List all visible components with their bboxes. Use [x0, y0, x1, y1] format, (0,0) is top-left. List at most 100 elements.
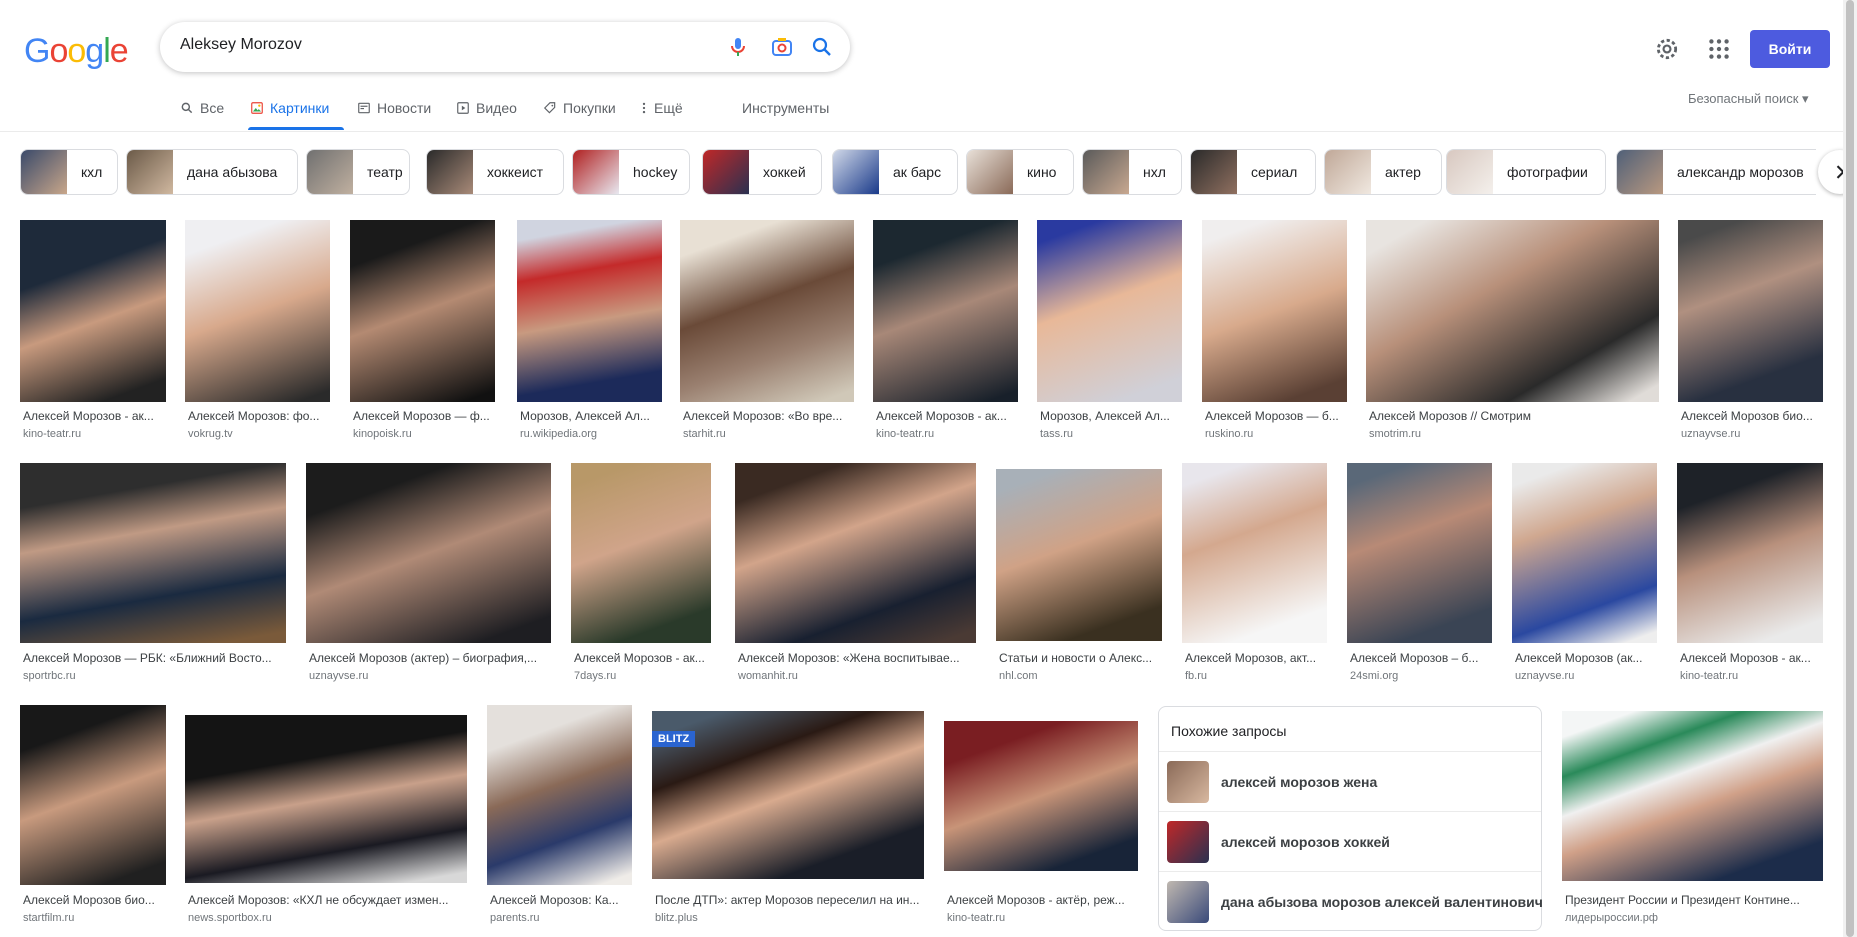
result-title[interactable]: Алексей Морозов // Смотрим: [1369, 409, 1659, 423]
result-thumbnail[interactable]: [1678, 220, 1823, 402]
result-title[interactable]: Алексей Морозов - актёр, реж...: [947, 893, 1137, 907]
tab-shopping[interactable]: Покупки: [543, 98, 616, 118]
search-icon[interactable]: [810, 35, 834, 59]
result-thumbnail[interactable]: [680, 220, 854, 402]
result-title[interactable]: Алексей Морозов: Ка...: [490, 893, 630, 907]
image-result[interactable]: Морозов, Алексей Ал... tass.ru: [1037, 220, 1182, 445]
result-title[interactable]: Морозов, Алексей Ал...: [1040, 409, 1180, 423]
result-thumbnail[interactable]: [1202, 220, 1347, 402]
result-thumbnail[interactable]: [873, 220, 1018, 402]
result-title[interactable]: Алексей Морозов био...: [1681, 409, 1821, 423]
tab-all[interactable]: Все: [180, 98, 224, 118]
result-title[interactable]: Алексей Морозов био...: [23, 893, 163, 907]
chip[interactable]: ак барс: [832, 149, 958, 195]
chip[interactable]: hockey: [572, 149, 690, 195]
result-title[interactable]: Алексей Морозов, акт...: [1185, 651, 1325, 665]
result-title[interactable]: Алексей Морозов — РБК: «Ближний Восто...: [23, 651, 285, 665]
image-result[interactable]: Алексей Морозов — ф... kinopoisk.ru: [350, 220, 495, 445]
result-title[interactable]: Алексей Морозов - ак...: [1680, 651, 1820, 665]
search-box[interactable]: Aleksey Morozov: [160, 22, 850, 72]
image-result[interactable]: Алексей Морозов био... startfilm.ru: [20, 705, 166, 930]
result-title[interactable]: Алексей Морозов - ак...: [876, 409, 1016, 423]
chip[interactable]: кхл: [20, 149, 118, 195]
image-result[interactable]: Алексей Морозов: «Жена воспитывае... woma…: [735, 463, 976, 688]
result-title[interactable]: Алексей Морозов — ф...: [353, 409, 493, 423]
result-title[interactable]: Президент России и Президент Контине...: [1565, 893, 1821, 907]
result-title[interactable]: Алексей Морозов (актер) – биография,...: [309, 651, 549, 665]
microphone-icon[interactable]: [726, 35, 750, 59]
tab-images[interactable]: Картинки: [250, 98, 329, 118]
result-thumbnail[interactable]: [20, 705, 166, 885]
login-button[interactable]: Войти: [1750, 30, 1830, 68]
image-result[interactable]: Алексей Морозов — б... ruskino.ru: [1202, 220, 1347, 445]
search-input[interactable]: Aleksey Morozov: [180, 36, 302, 54]
image-result[interactable]: Алексей Морозов: «КХЛ не обсуждает измен…: [185, 705, 467, 930]
google-logo[interactable]: Google: [24, 32, 129, 71]
result-title[interactable]: Статьи и новости о Алекс...: [999, 651, 1161, 665]
camera-lens-icon[interactable]: [770, 35, 794, 59]
chip[interactable]: хоккеист: [426, 149, 564, 195]
image-result[interactable]: BLITZ После ДТП»: актер Морозов переселил…: [652, 705, 924, 930]
image-result[interactable]: Морозов, Алексей Ал... ru.wikipedia.org: [517, 220, 662, 445]
result-thumbnail[interactable]: [1562, 711, 1823, 881]
result-thumbnail[interactable]: [571, 463, 711, 643]
scrollbar-thumb[interactable]: [1846, 0, 1854, 937]
result-thumbnail[interactable]: [20, 220, 166, 402]
image-result[interactable]: Алексей Морозов - ак... kino-teatr.ru: [1677, 463, 1823, 688]
image-result[interactable]: Статьи и новости о Алекс... nhl.com: [996, 463, 1162, 688]
settings-gear-icon[interactable]: [1654, 36, 1680, 62]
result-thumbnail[interactable]: [350, 220, 495, 402]
tools-button[interactable]: Инструменты: [742, 98, 829, 118]
result-title[interactable]: Алексей Морозов — б...: [1205, 409, 1345, 423]
result-title[interactable]: Алексей Морозов: «КХЛ не обсуждает измен…: [188, 893, 466, 907]
chip[interactable]: кино: [966, 149, 1074, 195]
result-title[interactable]: Алексей Морозов: «Жена воспитывае...: [738, 651, 974, 665]
result-thumbnail[interactable]: [944, 721, 1138, 871]
chip[interactable]: хоккей: [702, 149, 822, 195]
image-result[interactable]: Алексей Морозов // Смотрим smotrim.ru: [1366, 220, 1659, 445]
safesearch-dropdown[interactable]: Безопасный поиск ▾: [1688, 91, 1809, 107]
image-result[interactable]: Алексей Морозов - ак... kino-teatr.ru: [20, 220, 166, 445]
result-title[interactable]: Алексей Морозов – б...: [1350, 651, 1490, 665]
result-thumbnail[interactable]: [306, 463, 551, 643]
result-thumbnail[interactable]: [1366, 220, 1659, 402]
image-result[interactable]: Алексей Морозов - ак... 7days.ru: [571, 463, 711, 688]
chip[interactable]: нхл: [1082, 149, 1182, 195]
image-result[interactable]: Алексей Морозов (ак... uznayvse.ru: [1512, 463, 1657, 688]
tab-news[interactable]: Новости: [357, 98, 431, 118]
tab-video[interactable]: Видео: [456, 98, 517, 118]
result-thumbnail[interactable]: [1347, 463, 1492, 643]
result-title[interactable]: Алексей Морозов: «Во вре...: [683, 409, 853, 423]
result-thumbnail[interactable]: [517, 220, 662, 402]
result-thumbnail[interactable]: [487, 705, 632, 885]
result-title[interactable]: Алексей Морозов (ак...: [1515, 651, 1655, 665]
result-thumbnail[interactable]: [735, 463, 976, 643]
chip[interactable]: фотографии: [1446, 149, 1606, 195]
image-result[interactable]: Алексей Морозов (актер) – биография,... u…: [306, 463, 551, 688]
related-search-item[interactable]: алексей морозов жена: [1159, 751, 1541, 811]
apps-grid-icon[interactable]: [1706, 36, 1732, 62]
result-title[interactable]: Алексей Морозов: фо...: [188, 409, 328, 423]
result-thumbnail[interactable]: [185, 220, 330, 402]
result-thumbnail[interactable]: [996, 469, 1162, 641]
result-thumbnail[interactable]: [20, 463, 286, 643]
result-title[interactable]: Алексей Морозов - ак...: [23, 409, 163, 423]
result-thumbnail[interactable]: BLITZ: [652, 711, 924, 879]
image-result[interactable]: Президент России и Президент Контине... л…: [1562, 705, 1823, 930]
chip[interactable]: александр морозов: [1616, 149, 1816, 195]
image-result[interactable]: Алексей Морозов - ак... kino-teatr.ru: [873, 220, 1018, 445]
chip[interactable]: дана абызова: [126, 149, 298, 195]
image-result[interactable]: Алексей Морозов - актёр, реж... kino-teat…: [944, 705, 1138, 930]
result-thumbnail[interactable]: [1512, 463, 1657, 643]
result-thumbnail[interactable]: [185, 715, 467, 883]
tab-more[interactable]: Ещё: [640, 98, 683, 118]
chip[interactable]: театр: [306, 149, 410, 195]
related-search-item[interactable]: дана абызова морозов алексей валентинови…: [1159, 871, 1543, 931]
result-thumbnail[interactable]: [1677, 463, 1823, 643]
result-title[interactable]: После ДТП»: актер Морозов переселил на и…: [655, 893, 923, 907]
image-result[interactable]: Алексей Морозов: «Во вре... starhit.ru: [680, 220, 854, 445]
result-title[interactable]: Алексей Морозов - ак...: [574, 651, 710, 665]
chip[interactable]: сериал: [1190, 149, 1316, 195]
image-result[interactable]: Алексей Морозов: Ка... parents.ru: [487, 705, 632, 930]
image-result[interactable]: Алексей Морозов био... uznayvse.ru: [1678, 220, 1823, 445]
